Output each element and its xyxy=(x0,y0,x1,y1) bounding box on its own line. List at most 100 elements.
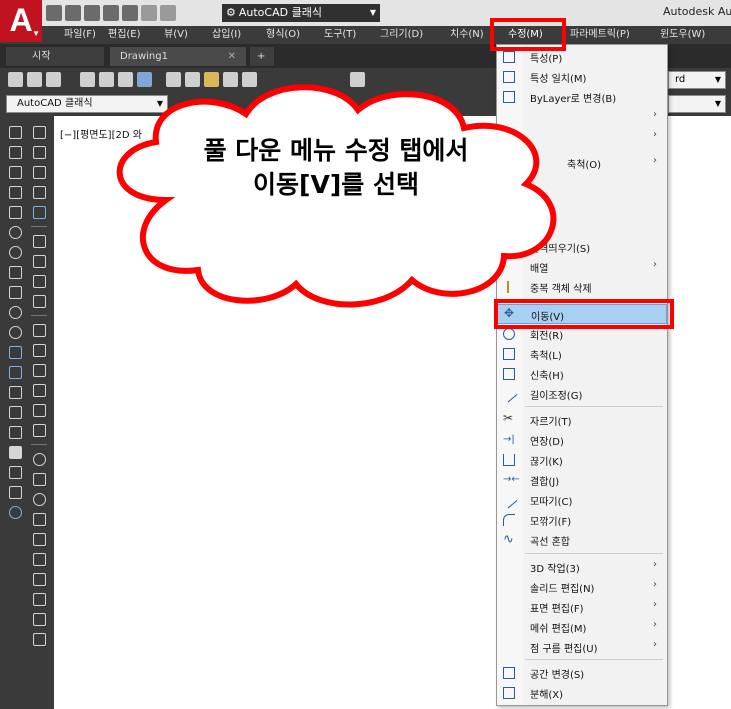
construction-line-icon[interactable] xyxy=(8,146,22,159)
new-file-icon[interactable] xyxy=(8,72,23,87)
insert-block-icon[interactable] xyxy=(8,346,22,359)
center-mark-icon[interactable] xyxy=(32,453,46,466)
menu-tools[interactable]: 도구(T) xyxy=(324,27,356,43)
add-selected-icon[interactable] xyxy=(8,506,22,519)
lengthen-icon xyxy=(500,385,518,403)
region-icon[interactable] xyxy=(8,446,22,459)
point-icon[interactable] xyxy=(8,386,22,399)
close-icon[interactable]: ✕ xyxy=(228,47,236,66)
style-dropdown[interactable]: rd ▼ xyxy=(668,71,726,89)
menu-item-explode[interactable]: 분해(X) xyxy=(497,683,667,703)
new-file-icon[interactable] xyxy=(46,5,62,21)
break-icon[interactable] xyxy=(32,404,46,417)
polyline-icon[interactable] xyxy=(8,166,22,179)
menu-format[interactable]: 형식(O) xyxy=(266,27,300,43)
menu-item-mesh-editing[interactable]: 메쉬 편집(M) › xyxy=(497,617,667,637)
make-block-icon[interactable] xyxy=(8,366,22,379)
menu-edit[interactable]: 편집(E) xyxy=(108,27,141,43)
radius-icon[interactable] xyxy=(32,344,46,357)
menu-view[interactable]: 뷰(V) xyxy=(164,27,188,43)
zoom-object-icon[interactable] xyxy=(32,206,46,219)
tab-drawing1[interactable]: Drawing1 ✕ xyxy=(110,47,246,66)
zoom-scale-icon[interactable] xyxy=(32,166,46,179)
osnap-settings-icon[interactable] xyxy=(32,633,46,646)
zoom-extents-icon[interactable] xyxy=(32,295,46,308)
print-icon[interactable] xyxy=(80,72,95,87)
menu-item-break[interactable]: 끊기(K) xyxy=(497,450,667,470)
angle-icon[interactable] xyxy=(32,364,46,377)
circle-icon[interactable] xyxy=(8,246,22,259)
snap-node-icon[interactable] xyxy=(32,573,46,586)
save-as-icon[interactable] xyxy=(103,5,119,21)
menu-item-blend-curves[interactable]: ∿ 곡선 혼합 xyxy=(497,530,667,550)
snap-icon[interactable] xyxy=(32,473,46,486)
menu-insert[interactable]: 삽입(I) xyxy=(212,27,241,43)
menu-parametric[interactable]: 파라메트릭(P) xyxy=(570,27,630,43)
save-icon[interactable] xyxy=(84,5,100,21)
zoom-dynamic-icon[interactable] xyxy=(32,146,46,159)
redo-icon[interactable] xyxy=(160,5,176,21)
workspace-combo-value: AutoCAD 클래식 xyxy=(17,98,93,109)
menu-file[interactable]: 파일(F) xyxy=(64,27,96,43)
undo-icon[interactable] xyxy=(141,5,157,21)
snap-insert-icon[interactable] xyxy=(32,553,46,566)
menu-item-change-space[interactable]: 공간 변경(S) xyxy=(497,663,667,683)
zoom-all-icon[interactable] xyxy=(32,275,46,288)
menu-item-solid-editing[interactable]: 솔리드 편집(N) › xyxy=(497,577,667,597)
rectangle-icon[interactable] xyxy=(8,206,22,219)
save-icon[interactable] xyxy=(46,72,61,87)
line-icon[interactable] xyxy=(8,126,22,139)
menu-item-properties[interactable]: 특성(P) xyxy=(497,47,667,67)
snap-parallel-icon[interactable] xyxy=(32,533,46,546)
workspace-dropdown[interactable]: ⚙ AutoCAD 클래식 ▼ xyxy=(222,4,380,22)
ellipse-arc-icon[interactable] xyxy=(8,326,22,339)
menu-item-extend[interactable]: →| 연장(D) xyxy=(497,430,667,450)
zoom-out-icon[interactable] xyxy=(32,255,46,268)
open-folder-icon[interactable] xyxy=(27,72,42,87)
tab-start[interactable]: 시작 xyxy=(6,47,104,66)
zoom-center-icon[interactable] xyxy=(32,186,46,199)
area-icon[interactable] xyxy=(32,384,46,397)
menu-item-stretch[interactable]: 신축(H) xyxy=(497,364,667,384)
gradient-icon[interactable] xyxy=(8,426,22,439)
zoom-in-icon[interactable] xyxy=(32,235,46,248)
multiline-text-icon[interactable] xyxy=(8,486,22,499)
scissors-icon: ✂ xyxy=(503,411,514,425)
layer-dropdown[interactable]: ▼ xyxy=(668,95,726,113)
menu-item-scale[interactable]: 축척(L) xyxy=(497,344,667,364)
menu-item-lengthen[interactable]: 길이조정(G) xyxy=(497,384,667,404)
snap-nearest-icon[interactable] xyxy=(32,593,46,606)
ellipse-icon[interactable] xyxy=(8,306,22,319)
polygon-icon[interactable] xyxy=(8,186,22,199)
new-tab-button[interactable]: + xyxy=(250,47,274,66)
spline-icon[interactable] xyxy=(8,286,22,299)
style-dropdown-value: rd xyxy=(675,74,686,85)
menu-item-chamfer[interactable]: 모따기(C) xyxy=(497,490,667,510)
open-folder-icon[interactable] xyxy=(65,5,81,21)
trim-icon[interactable] xyxy=(32,424,46,437)
magnet-icon[interactable] xyxy=(32,613,46,626)
table-icon[interactable] xyxy=(8,466,22,479)
menu-item-trim[interactable]: ✂ 자르기(T) xyxy=(497,410,667,430)
print-icon[interactable] xyxy=(122,5,138,21)
hatch-icon[interactable] xyxy=(8,406,22,419)
menu-draw[interactable]: 그리기(D) xyxy=(380,27,423,43)
menu-item-join[interactable]: →← 결합(J) xyxy=(497,470,667,490)
menu-item-point-cloud-editing[interactable]: 점 구름 편집(U) › xyxy=(497,637,667,657)
snap-perpendicular-icon[interactable] xyxy=(32,513,46,526)
menu-window[interactable]: 윈도우(W) xyxy=(660,27,705,43)
menu-item-3d-operations[interactable]: 3D 작업(3) › xyxy=(497,557,667,577)
menu-item-fillet[interactable]: 모깎기(F) xyxy=(497,510,667,530)
menu-dimension[interactable]: 치수(N) xyxy=(450,27,484,43)
menu-item-rotate[interactable]: 회전(R) xyxy=(497,324,667,344)
revision-cloud-icon[interactable] xyxy=(8,266,22,279)
menu-item-label: 솔리드 편집(N) xyxy=(530,584,595,595)
application-menu-button[interactable]: A ▼ xyxy=(0,0,42,42)
chevron-right-icon: › xyxy=(653,155,657,166)
snap-tangent-icon[interactable] xyxy=(32,493,46,506)
arc-icon[interactable] xyxy=(8,226,22,239)
distance-icon[interactable] xyxy=(32,324,46,337)
zoom-window-icon[interactable] xyxy=(32,126,46,139)
menu-item-surface-editing[interactable]: 표면 편집(F) › xyxy=(497,597,667,617)
menu-modify[interactable]: 수정(M) xyxy=(508,27,543,43)
